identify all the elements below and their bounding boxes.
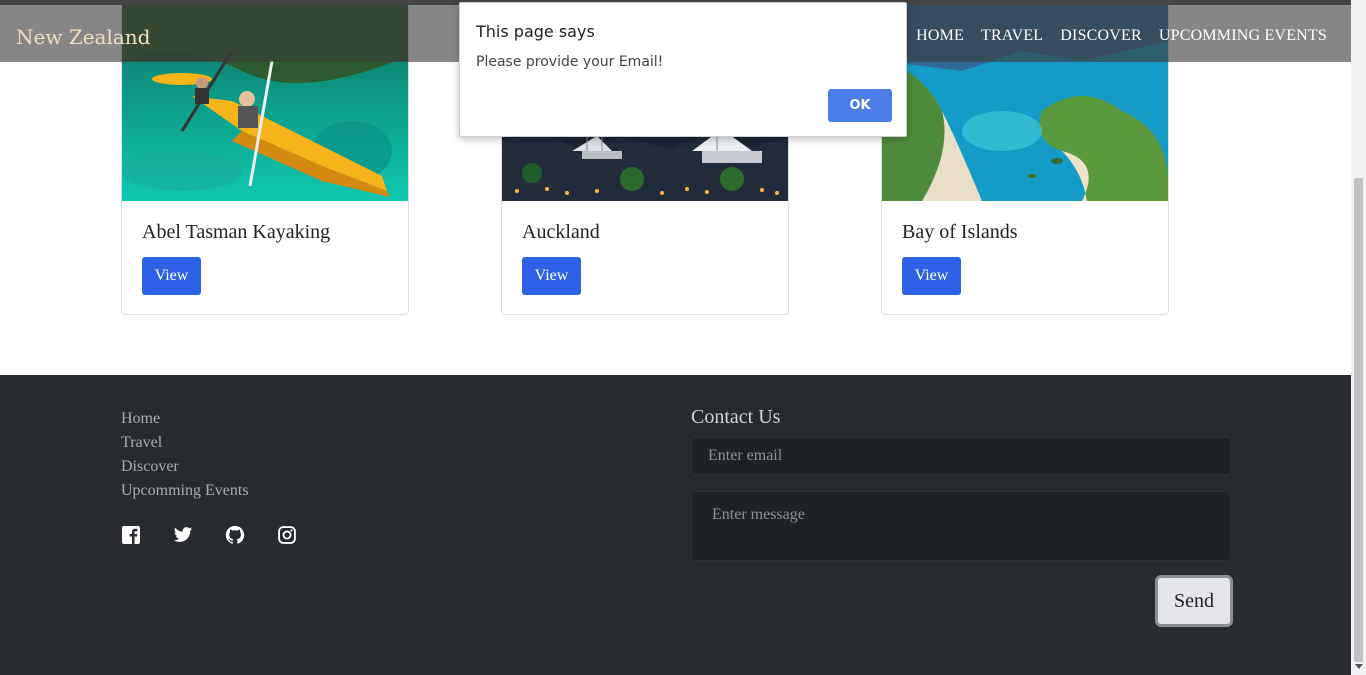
nav-link-home[interactable]: HOME — [916, 27, 964, 45]
card-title: Bay of Islands — [902, 221, 1018, 243]
card-title: Auckland — [522, 221, 600, 243]
twitter-icon[interactable] — [173, 525, 193, 545]
footer-link-upcomming-events[interactable]: Upcomming Events — [121, 479, 249, 503]
nav-link-travel[interactable]: TRAVEL — [981, 27, 1043, 45]
ok-button[interactable]: OK — [828, 89, 892, 122]
footer: Home Travel Discover Upcomming Events Co… — [0, 375, 1351, 675]
view-button[interactable]: View — [522, 257, 581, 295]
facebook-icon[interactable] — [121, 525, 141, 545]
email-field[interactable] — [691, 437, 1231, 475]
nav-link-upcomming-events[interactable]: UPCOMMING EVENTS — [1159, 27, 1327, 45]
footer-link-travel[interactable]: Travel — [121, 431, 249, 455]
brand-logo[interactable]: New Zealand — [16, 25, 150, 49]
page-scrollbar[interactable] — [1351, 0, 1366, 675]
social-icons — [121, 525, 297, 545]
card-title: Abel Tasman Kayaking — [142, 221, 331, 243]
scroll-thumb[interactable] — [1354, 178, 1363, 662]
view-button[interactable]: View — [142, 257, 201, 295]
view-button[interactable]: View — [902, 257, 961, 295]
github-icon[interactable] — [225, 525, 245, 545]
message-field[interactable] — [691, 491, 1231, 561]
scroll-down-arrow-icon[interactable] — [1355, 664, 1363, 669]
nav-links: HOME TRAVEL DISCOVER UPCOMMING EVENTS — [916, 27, 1327, 45]
dialog-message: Please provide your Email! — [476, 54, 664, 70]
nav-link-discover[interactable]: DISCOVER — [1060, 27, 1142, 45]
dialog-title: This page says — [476, 22, 595, 41]
footer-link-home[interactable]: Home — [121, 407, 249, 431]
footer-links: Home Travel Discover Upcomming Events — [121, 407, 249, 503]
instagram-icon[interactable] — [277, 525, 297, 545]
alert-dialog: This page says Please provide your Email… — [459, 2, 907, 137]
send-button[interactable]: Send — [1155, 575, 1233, 627]
footer-link-discover[interactable]: Discover — [121, 455, 249, 479]
contact-title: Contact Us — [691, 406, 781, 428]
